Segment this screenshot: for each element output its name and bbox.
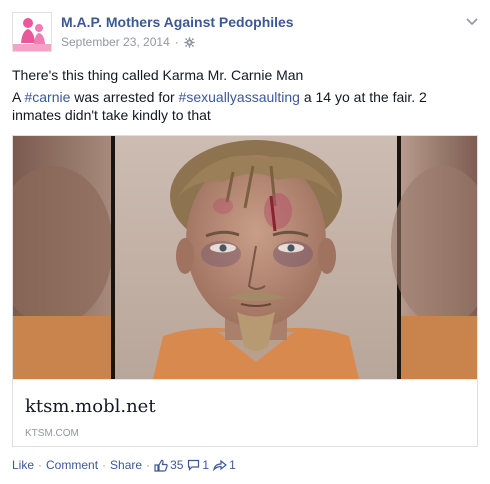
link-preview-text[interactable]: ktsm.mobl.net KTSM.COM — [13, 379, 477, 446]
post-meta: September 23, 2014 · — [61, 35, 195, 49]
post-actions: Like · Comment · Share · 35 1 1 — [12, 458, 240, 472]
action-separator: · — [38, 458, 43, 472]
action-separator: · — [102, 458, 107, 472]
page-avatar[interactable] — [12, 12, 52, 52]
share-button[interactable]: Share — [110, 458, 142, 472]
hashtag-carnie-link[interactable]: #carnie — [24, 89, 70, 105]
page-name-link[interactable]: M.A.P. Mothers Against Pedophiles — [61, 14, 294, 30]
action-separator: · — [146, 458, 151, 472]
post-text-line1: There's this thing called Karma Mr. Carn… — [12, 67, 304, 83]
comment-bubble-icon[interactable] — [187, 459, 200, 471]
like-button[interactable]: Like — [12, 458, 34, 472]
thumbs-up-icon[interactable] — [154, 459, 168, 472]
share-arrow-icon[interactable] — [213, 459, 228, 471]
gear-icon[interactable] — [184, 36, 195, 48]
mugshot-photo[interactable] — [13, 136, 477, 379]
comment-button[interactable]: Comment — [46, 458, 98, 472]
link-title[interactable]: ktsm.mobl.net — [25, 396, 156, 417]
shares-count[interactable]: 1 — [229, 458, 236, 472]
hashtag-sexuallyassaulting-link[interactable]: #sexuallyassaulting — [179, 89, 300, 105]
chevron-down-icon[interactable] — [466, 13, 478, 26]
likes-count[interactable]: 35 — [170, 458, 183, 472]
post-date[interactable]: September 23, 2014 — [61, 35, 170, 49]
meta-separator: · — [174, 35, 179, 49]
post-text-line2: A #carnie was arrested for #sexuallyassa… — [12, 88, 474, 124]
facebook-post: M.A.P. Mothers Against Pedophiles Septem… — [0, 0, 490, 484]
text-prefix: A — [12, 89, 25, 105]
mothers-logo-icon — [13, 13, 51, 51]
comments-count[interactable]: 1 — [202, 458, 209, 472]
link-preview-card[interactable]: ktsm.mobl.net KTSM.COM — [12, 135, 478, 447]
text-middle: was arrested for — [70, 89, 179, 105]
link-domain: KTSM.COM — [25, 428, 79, 439]
